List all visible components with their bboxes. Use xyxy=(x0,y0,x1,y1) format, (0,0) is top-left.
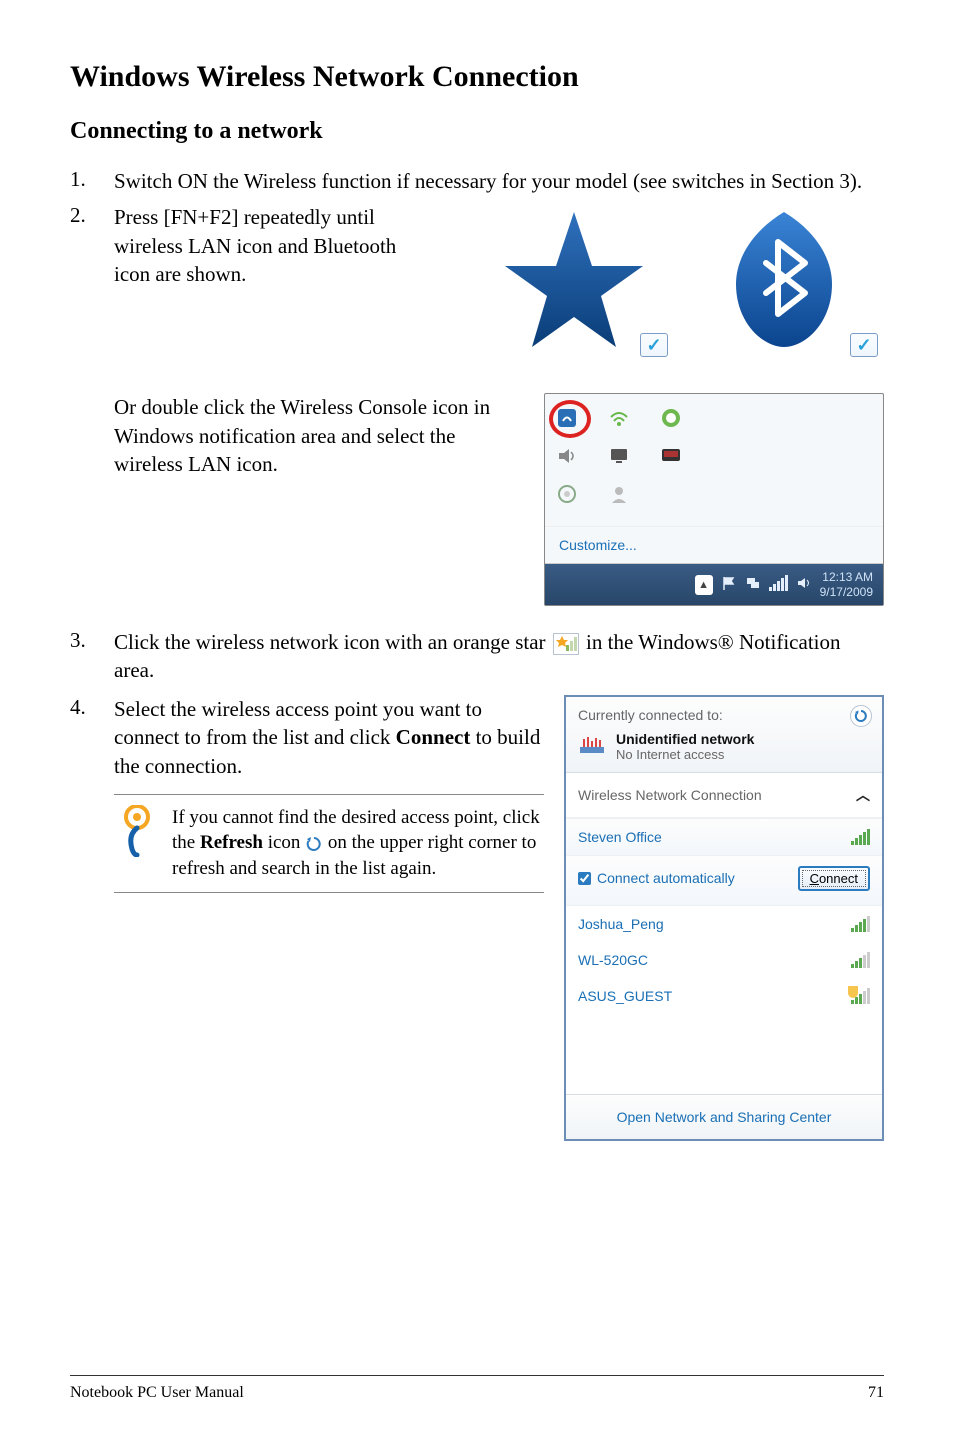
user-tray-icon[interactable] xyxy=(607,482,631,506)
bluetooth-check-icon: ✓ xyxy=(850,333,878,357)
volume-taskbar-icon[interactable] xyxy=(796,575,812,594)
power-tray-icon[interactable] xyxy=(659,406,683,430)
wifi-flyout: Currently connected to: Unidentified net… xyxy=(564,695,884,1141)
tip-bold: Refresh xyxy=(200,832,263,853)
wifi-blank-area xyxy=(566,1014,882,1094)
taskbar-date: 9/17/2009 xyxy=(820,585,873,599)
signal-icon xyxy=(851,829,870,845)
volume-tray-icon[interactable] xyxy=(555,444,579,468)
connect-button[interactable]: Connect xyxy=(798,866,870,891)
flag-tray-icon[interactable] xyxy=(721,575,737,594)
step-4-bold: Connect xyxy=(396,725,471,749)
footer-page-number: 71 xyxy=(868,1384,884,1402)
step-1-text: Switch ON the Wireless function if neces… xyxy=(114,167,884,195)
tip-icon xyxy=(118,805,156,862)
network-adapter-icon xyxy=(578,733,606,760)
wifi-item-2[interactable]: WL-520GC xyxy=(566,942,882,978)
wifi-item-0[interactable]: Steven Office xyxy=(566,818,882,856)
step-4-number: 4. xyxy=(70,695,94,720)
signal-icon xyxy=(851,952,870,968)
wifi-item-3[interactable]: ASUS_GUEST xyxy=(566,978,882,1014)
signal-secured-icon xyxy=(851,988,870,1004)
wireless-icons-row: ✓ ✓ xyxy=(484,203,874,353)
monitor-tray-icon[interactable] xyxy=(607,444,631,468)
connect-auto-checkbox[interactable]: Connect automatically xyxy=(578,870,735,886)
orange-star-network-icon xyxy=(553,633,579,655)
wifi-section-label: Wireless Network Connection xyxy=(578,787,762,803)
step-3-pre: Click the wireless network icon with an … xyxy=(114,630,546,654)
wlan-icon: ✓ xyxy=(484,203,664,353)
step-3-number: 3. xyxy=(70,628,94,653)
refresh-inline-icon xyxy=(305,835,323,853)
wifi-item-3-label: ASUS_GUEST xyxy=(578,988,672,1004)
step-1-number: 1. xyxy=(70,167,94,192)
wifi-item-0-label: Steven Office xyxy=(578,829,662,845)
connected-to-label: Currently connected to: xyxy=(578,707,870,723)
tip-text: If you cannot find the desired access po… xyxy=(172,805,540,882)
step-1: 1. Switch ON the Wireless function if ne… xyxy=(70,167,884,195)
wifi-item-1[interactable]: Joshua_Peng xyxy=(566,906,882,942)
wifi-item-2-label: WL-520GC xyxy=(578,952,648,968)
connect-auto-input[interactable] xyxy=(578,872,591,885)
tip-box: If you cannot find the desired access po… xyxy=(114,794,544,893)
customize-link[interactable]: Customize... xyxy=(545,526,883,564)
connect-auto-label: Connect automatically xyxy=(597,870,735,886)
chevron-up-icon: ︿ xyxy=(856,785,870,805)
wlan-check-icon: ✓ xyxy=(640,333,668,357)
page-subtitle: Connecting to a network xyxy=(70,118,884,145)
footer-left: Notebook PC User Manual xyxy=(70,1384,244,1402)
wifi-tray-icon[interactable] xyxy=(607,406,631,430)
tip-mid: icon xyxy=(263,832,300,853)
taskbar: ▲ 12:13 AM 9/17/2009 xyxy=(545,564,883,605)
signal-tray-icon[interactable] xyxy=(769,575,788,594)
notification-tray-popup: Customize... ▲ 12:13 AM 9/17/2009 xyxy=(544,393,884,606)
open-network-center-link[interactable]: Open Network and Sharing Center xyxy=(566,1094,882,1139)
signal-icon xyxy=(851,916,870,932)
page-title: Windows Wireless Network Connection xyxy=(70,60,884,94)
wifi-section-header[interactable]: Wireless Network Connection ︿ xyxy=(566,773,882,818)
connect-button-rest: onnect xyxy=(819,871,858,886)
step-2-text: Press [FN+F2] repeatedly until wireless … xyxy=(114,203,414,288)
touchpad-tray-icon[interactable] xyxy=(659,444,683,468)
network-tray-icon[interactable] xyxy=(745,575,761,594)
connect-button-key: C xyxy=(810,871,819,886)
wifi-item-1-label: Joshua_Peng xyxy=(578,916,664,932)
current-network-status: No Internet access xyxy=(616,747,754,762)
wifi-header: Currently connected to: Unidentified net… xyxy=(566,697,882,773)
step-2b-text: Or double click the Wireless Console ico… xyxy=(70,393,524,478)
bluetooth-icon: ✓ xyxy=(694,203,874,353)
power4gear-tray-icon[interactable] xyxy=(555,482,579,506)
step-4-text: Select the wireless access point you wan… xyxy=(114,695,544,780)
highlight-circle xyxy=(549,400,591,438)
refresh-button[interactable] xyxy=(850,705,872,727)
step-2-number: 2. xyxy=(70,203,94,228)
step-3-text: Click the wireless network icon with an … xyxy=(114,628,884,685)
taskbar-time: 12:13 AM xyxy=(820,570,873,584)
current-network-name: Unidentified network xyxy=(616,731,754,747)
taskbar-clock[interactable]: 12:13 AM 9/17/2009 xyxy=(820,570,873,599)
wifi-connect-row: Connect automatically Connect xyxy=(566,856,882,906)
page-footer: Notebook PC User Manual 71 xyxy=(70,1375,884,1402)
show-hidden-icons-button[interactable]: ▲ xyxy=(695,575,713,595)
